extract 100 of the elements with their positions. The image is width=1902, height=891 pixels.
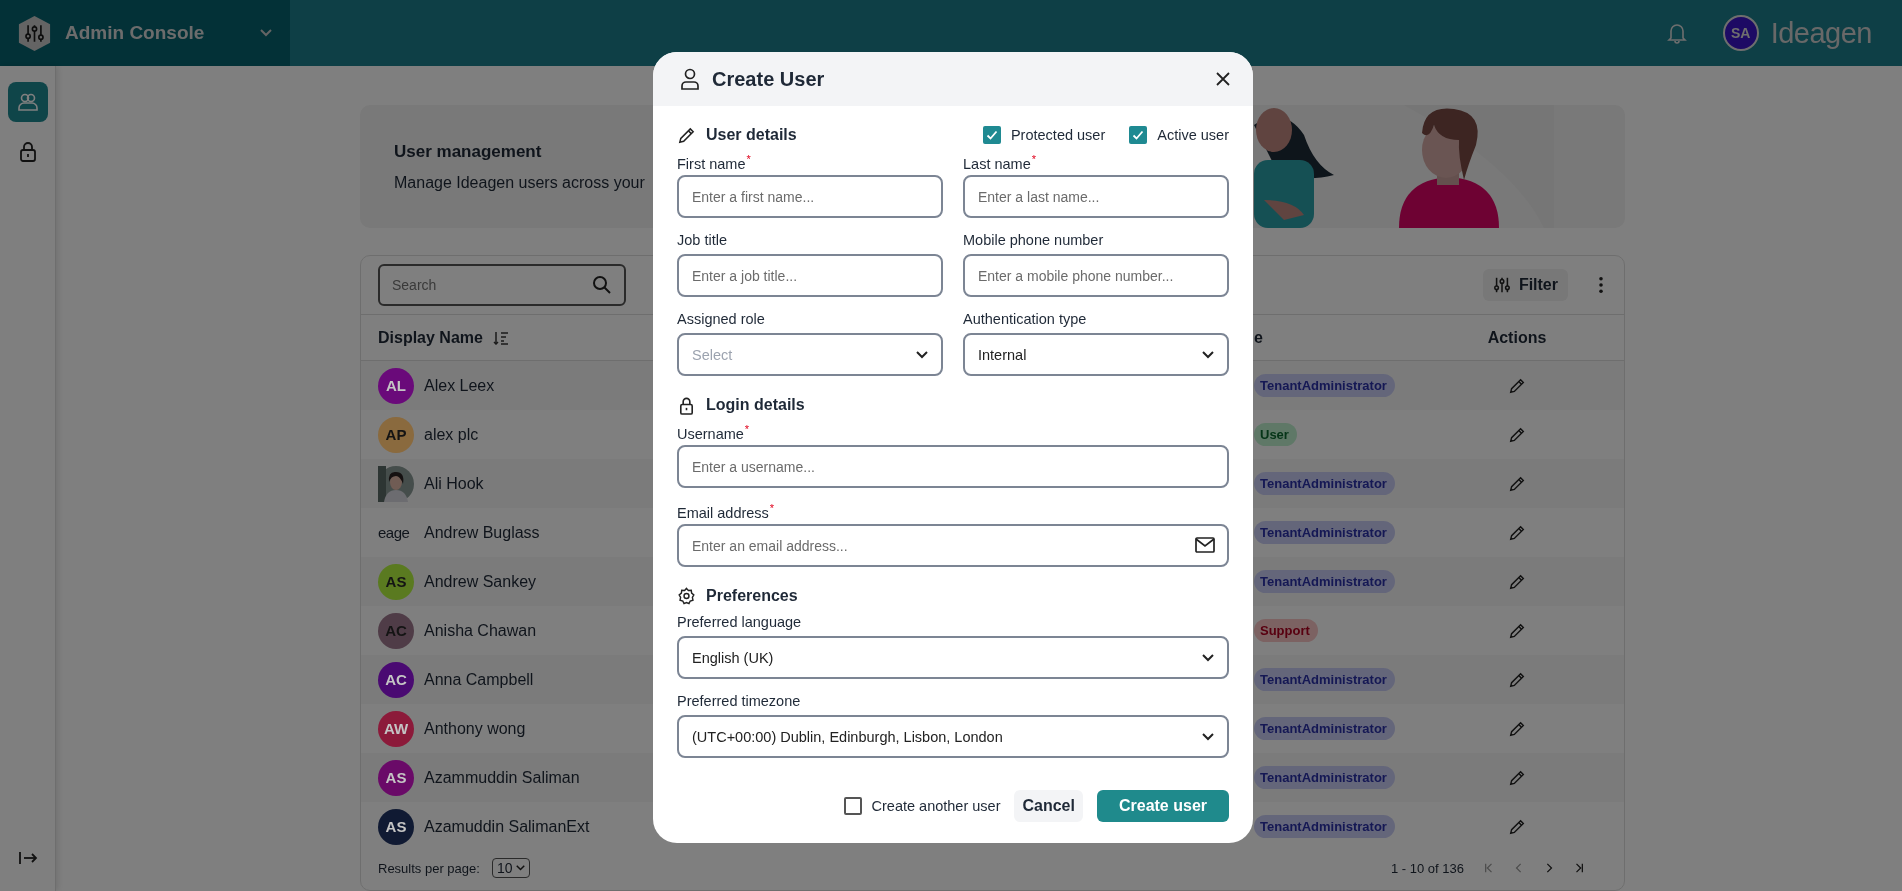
dialog-title: Create User bbox=[712, 67, 825, 91]
role-tag: TenantAdministrator bbox=[1254, 815, 1395, 838]
section-title: Login details bbox=[706, 396, 805, 414]
table-cell: Anisha Chawan bbox=[424, 621, 537, 640]
cancel-button[interactable]: Cancel bbox=[1014, 790, 1083, 822]
close-icon[interactable] bbox=[1215, 71, 1231, 87]
column-header: Actions bbox=[1487, 328, 1547, 347]
chevron-down-icon bbox=[1202, 350, 1214, 359]
next-page-icon[interactable] bbox=[1544, 863, 1554, 873]
pencil-icon[interactable] bbox=[1508, 425, 1526, 444]
role-tag: TenantAdministrator bbox=[1254, 521, 1395, 544]
pencil-icon[interactable] bbox=[1508, 474, 1526, 493]
column-header[interactable]: Display Name bbox=[378, 328, 483, 347]
create-user-button[interactable]: Create user bbox=[1096, 790, 1229, 822]
pencil-icon[interactable] bbox=[1508, 621, 1526, 640]
input-field[interactable]: Enter a job title... bbox=[677, 254, 943, 297]
search-field[interactable]: Search bbox=[378, 264, 626, 306]
section-title: Preferences bbox=[706, 587, 798, 605]
search-icon[interactable] bbox=[592, 275, 612, 295]
user-avatar: AS bbox=[378, 808, 414, 845]
select-field[interactable]: (UTC+00:00) Dublin, Edinburgh, Lisbon, London bbox=[677, 715, 1229, 758]
field-label: Last name$^{*}$ bbox=[963, 153, 1037, 170]
table-cell: Alex Leex bbox=[424, 376, 495, 395]
users-nav-button[interactable] bbox=[7, 82, 48, 122]
checkbox[interactable] bbox=[982, 126, 1001, 144]
user-avatar[interactable]: SA bbox=[1722, 15, 1759, 51]
checkbox[interactable] bbox=[843, 797, 862, 815]
checkmark-icon bbox=[1131, 128, 1146, 142]
email-field[interactable]: Enter an email address... bbox=[677, 524, 1229, 567]
user-avatar: AC bbox=[378, 661, 414, 698]
select-value: English (UK) bbox=[692, 649, 775, 666]
pencil-icon[interactable] bbox=[1508, 376, 1526, 395]
section-title: User details bbox=[706, 126, 797, 144]
page-size-select[interactable]: 10 bbox=[491, 858, 531, 878]
pencil-icon[interactable] bbox=[1508, 572, 1526, 591]
field-label: Preferred language bbox=[677, 614, 803, 631]
field-label: Username$^{*}$ bbox=[677, 423, 751, 440]
pencil-icon[interactable] bbox=[1508, 670, 1526, 689]
input-field[interactable]: Enter a username... bbox=[677, 445, 1229, 488]
user-icon bbox=[680, 68, 700, 90]
filter-button[interactable]: Filter bbox=[1482, 269, 1568, 301]
user-avatar: AS bbox=[378, 759, 414, 796]
role-tag: TenantAdministrator bbox=[1254, 668, 1395, 691]
sliders-icon bbox=[1492, 276, 1511, 294]
role-tag: TenantAdministrator bbox=[1254, 472, 1395, 495]
envelope-icon bbox=[1195, 537, 1215, 553]
pencil-icon[interactable] bbox=[1508, 719, 1526, 738]
user-avatar: AW bbox=[378, 710, 414, 747]
input-field[interactable]: Enter a first name... bbox=[677, 175, 943, 218]
role-tag: User bbox=[1254, 423, 1297, 446]
table-cell: Azamuddin SalimanExt bbox=[424, 817, 590, 836]
role-tag: TenantAdministrator bbox=[1254, 766, 1395, 789]
pencil-icon[interactable] bbox=[1508, 768, 1526, 787]
checkbox[interactable] bbox=[1129, 126, 1148, 144]
results-per-page-label: Results per page: bbox=[378, 860, 480, 876]
table-cell: Ali Hook bbox=[424, 474, 484, 493]
column-header: e bbox=[1254, 328, 1263, 347]
field-label: Preferred timezone bbox=[677, 693, 802, 710]
logo-avatar: eage bbox=[378, 524, 411, 541]
input-field[interactable]: Enter a mobile phone number... bbox=[963, 254, 1229, 297]
select-field[interactable]: Select bbox=[677, 333, 943, 376]
last-page-icon[interactable] bbox=[1574, 863, 1584, 873]
pencil-icon[interactable] bbox=[1508, 817, 1526, 836]
expand-sidebar-icon[interactable] bbox=[17, 850, 38, 866]
sort-icon[interactable] bbox=[492, 330, 509, 345]
checkbox-label: Protected user bbox=[1010, 127, 1106, 143]
pencil-icon bbox=[677, 125, 696, 145]
user-avatar: AP bbox=[378, 416, 414, 453]
role-tag: Support bbox=[1254, 619, 1318, 642]
select-value: Internal bbox=[978, 346, 1028, 363]
chevron-down-icon bbox=[1202, 732, 1214, 741]
user-avatar: AS bbox=[378, 563, 414, 600]
input-field[interactable]: Enter a last name... bbox=[963, 175, 1229, 218]
field-label: Job title bbox=[677, 232, 728, 249]
table-cell: Andrew Buglass bbox=[424, 523, 540, 542]
select-field[interactable]: Internal bbox=[963, 333, 1229, 376]
lock-icon bbox=[677, 395, 696, 415]
checkbox-label: Create another user bbox=[871, 798, 1001, 814]
banner-description: Manage Ideagen users across your bbox=[394, 173, 645, 192]
user-avatar: AL bbox=[378, 367, 414, 404]
table-cell: Azammuddin Saliman bbox=[424, 768, 580, 787]
select-placeholder: Select bbox=[692, 346, 734, 363]
page-range: 1 - 10 of 136 bbox=[1391, 860, 1464, 876]
table-cell: Anna Campbell bbox=[424, 670, 534, 689]
select-field[interactable]: English (UK) bbox=[677, 636, 1229, 679]
chevron-down-icon bbox=[516, 865, 526, 871]
table-cell: alex plc bbox=[424, 425, 479, 444]
table-cell: Anthony wong bbox=[424, 719, 526, 738]
table-cell: Andrew Sankey bbox=[424, 572, 537, 591]
checkmark-icon bbox=[984, 128, 999, 142]
role-tag: TenantAdministrator bbox=[1254, 717, 1395, 740]
pencil-icon[interactable] bbox=[1508, 523, 1526, 542]
more-options-icon[interactable] bbox=[1598, 276, 1604, 294]
chevron-down-icon bbox=[916, 350, 928, 359]
role-tag: TenantAdministrator bbox=[1254, 570, 1395, 593]
field-label: Authentication type bbox=[963, 311, 1088, 328]
field-label: Mobile phone number bbox=[963, 232, 1105, 249]
sliders-logo-icon bbox=[18, 14, 51, 52]
app-switcher[interactable]: Admin Console bbox=[0, 0, 290, 66]
select-value: (UTC+00:00) Dublin, Edinburgh, Lisbon, London bbox=[692, 728, 1004, 745]
